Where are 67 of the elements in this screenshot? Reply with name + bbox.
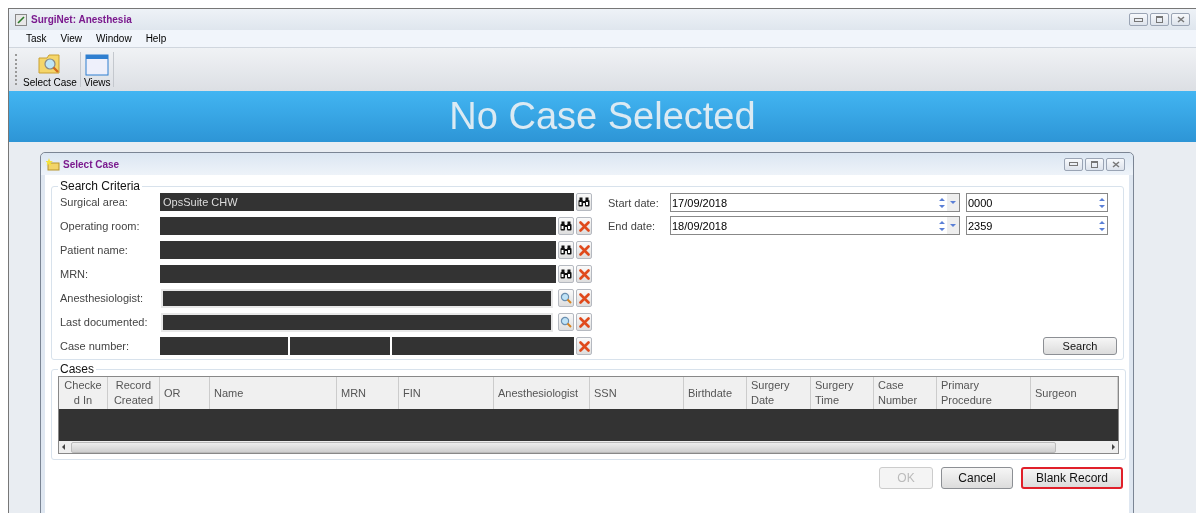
date-field[interactable]: 17/09/2018 xyxy=(670,193,960,212)
close-button[interactable] xyxy=(1106,157,1125,171)
input-field[interactable] xyxy=(392,337,574,355)
input-field[interactable] xyxy=(160,217,556,235)
clear-button[interactable] xyxy=(576,241,592,259)
magnifier-button[interactable] xyxy=(558,313,574,331)
field-label: Case number: xyxy=(59,340,131,352)
folder-search-icon xyxy=(36,52,63,76)
field-label: MRN: xyxy=(59,268,90,280)
menu-item[interactable]: View xyxy=(53,33,90,44)
input-field[interactable] xyxy=(161,312,553,332)
spinner-icon[interactable] xyxy=(1098,218,1106,233)
dialog-button[interactable]: Cancel xyxy=(941,467,1013,489)
clear-button[interactable] xyxy=(576,265,592,283)
input-field[interactable] xyxy=(160,337,288,355)
field-label: End date: xyxy=(608,219,657,232)
status-banner: No Case Selected xyxy=(9,91,1196,142)
search-button[interactable]: Search xyxy=(1043,337,1117,355)
folder-star-icon xyxy=(46,157,60,171)
clear-button[interactable] xyxy=(576,217,592,235)
group-title: Search Criteria xyxy=(59,179,142,193)
field-label: Start date: xyxy=(608,196,660,209)
date-field[interactable]: 18/09/2018 xyxy=(670,216,960,235)
magnifier-button[interactable] xyxy=(558,289,574,307)
maximize-button[interactable] xyxy=(1085,157,1104,171)
field-label: Last documented: xyxy=(59,316,149,328)
window-icon xyxy=(85,54,110,76)
dialog-title: Select Case xyxy=(63,158,120,170)
close-button[interactable] xyxy=(1171,13,1190,26)
horizontal-scrollbar[interactable] xyxy=(59,441,1118,453)
close-icon xyxy=(1176,16,1185,23)
caret-icon[interactable] xyxy=(949,223,957,228)
time-field[interactable]: 2359 xyxy=(966,216,1108,235)
input-field[interactable] xyxy=(290,337,390,355)
binoculars-button[interactable] xyxy=(558,241,574,259)
binoculars-button[interactable] xyxy=(576,193,592,211)
input-field[interactable] xyxy=(161,288,553,308)
toolbar-button[interactable]: Views xyxy=(81,48,113,91)
minimize-button[interactable] xyxy=(1064,157,1083,171)
toolbar-button[interactable]: Select Case xyxy=(21,48,79,91)
spinner-icon[interactable] xyxy=(938,218,946,233)
field-label: Anesthesiologist: xyxy=(59,292,145,304)
field-label: Surgical area: xyxy=(59,196,129,208)
field-label: Operating room: xyxy=(59,220,141,232)
binoculars-button[interactable] xyxy=(558,265,574,283)
clear-button[interactable] xyxy=(576,289,592,307)
menu-item[interactable]: Help xyxy=(138,33,174,44)
menu-item[interactable]: Task xyxy=(19,33,54,44)
window-title: SurgiNet: Anesthesia xyxy=(31,14,132,25)
input-field[interactable] xyxy=(160,265,556,283)
spinner-icon[interactable] xyxy=(938,195,946,210)
input-field[interactable]: OpsSuite CHW xyxy=(160,193,574,211)
group-title: Cases xyxy=(59,362,95,376)
dialog-button[interactable]: Blank Record xyxy=(1021,467,1123,489)
time-field[interactable]: 0000 xyxy=(966,193,1108,212)
menu-item[interactable]: Window xyxy=(89,33,139,44)
maximize-button[interactable] xyxy=(1150,13,1169,26)
clear-button[interactable] xyxy=(576,313,592,331)
spinner-icon[interactable] xyxy=(1098,195,1106,210)
binoculars-button[interactable] xyxy=(558,217,574,235)
clear-button[interactable] xyxy=(576,337,592,355)
pen-icon xyxy=(15,13,27,26)
close-icon xyxy=(1111,160,1120,168)
input-field[interactable] xyxy=(160,241,556,259)
minimize-button[interactable] xyxy=(1129,13,1148,26)
caret-icon[interactable] xyxy=(949,200,957,205)
field-label: Patient name: xyxy=(59,244,129,256)
